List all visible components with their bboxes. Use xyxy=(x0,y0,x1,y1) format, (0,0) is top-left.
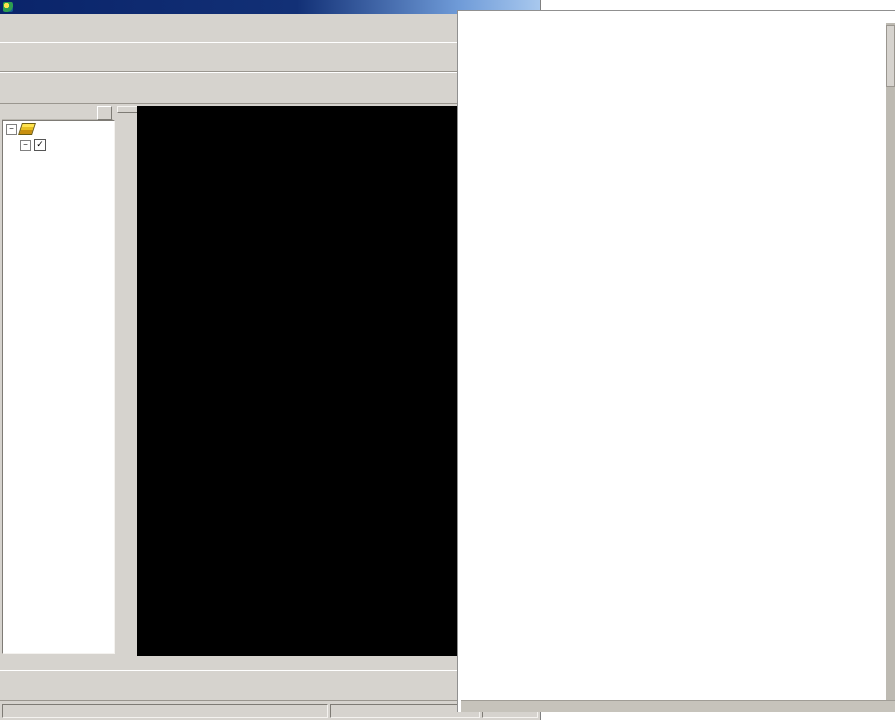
document-vertical-scrollbar[interactable] xyxy=(886,23,895,702)
toc-tree: − − ✓ xyxy=(2,120,115,654)
toc-root-row[interactable]: − xyxy=(3,121,114,137)
layers-icon xyxy=(18,123,36,135)
document-window xyxy=(457,10,895,712)
document-body[interactable] xyxy=(458,11,887,702)
toc-layer-row[interactable]: − ✓ xyxy=(3,137,114,153)
document-horizontal-scrollbar[interactable] xyxy=(461,700,895,712)
toc-header[interactable] xyxy=(2,106,113,120)
arcmap-app-icon xyxy=(3,2,13,12)
screen: − − ✓ xyxy=(0,0,895,720)
map-area[interactable] xyxy=(137,106,457,656)
layer-checkbox[interactable]: ✓ xyxy=(34,139,46,151)
status-pane-message xyxy=(2,704,328,718)
scrollbar-thumb[interactable] xyxy=(886,25,895,87)
map-bottom-bar xyxy=(137,656,457,670)
close-icon[interactable] xyxy=(97,106,112,120)
collapse-icon[interactable]: − xyxy=(20,140,31,151)
collapse-icon[interactable]: − xyxy=(6,124,17,135)
toc-panel: − − ✓ xyxy=(0,104,115,670)
